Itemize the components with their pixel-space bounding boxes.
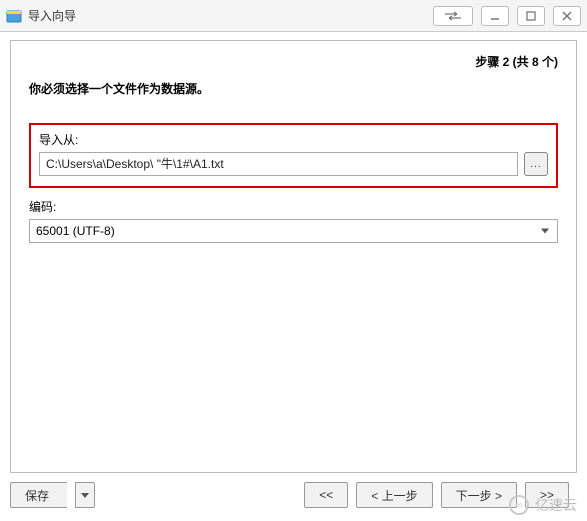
maximize-button[interactable] bbox=[517, 6, 545, 26]
window-controls bbox=[433, 6, 581, 26]
import-from-highlight: 导入从: C:\Users\a\Desktop\ "牛\1#\A1.txt ..… bbox=[29, 123, 558, 188]
transfer-button[interactable] bbox=[433, 6, 473, 26]
save-dropdown-button[interactable] bbox=[75, 482, 95, 508]
first-step-button[interactable]: << bbox=[304, 482, 348, 508]
step-indicator: 步骤 2 (共 8 个) bbox=[29, 53, 558, 70]
encoding-select[interactable]: 65001 (UTF-8) bbox=[29, 219, 558, 243]
window-title: 导入向导 bbox=[28, 7, 76, 24]
encoding-label: 编码: bbox=[29, 198, 558, 215]
browse-button[interactable]: ... bbox=[524, 152, 548, 176]
save-button[interactable]: 保存 bbox=[10, 482, 67, 508]
encoding-value: 65001 (UTF-8) bbox=[36, 224, 115, 238]
titlebar: 导入向导 bbox=[0, 0, 587, 32]
encoding-section: 编码: 65001 (UTF-8) bbox=[29, 198, 558, 243]
wizard-footer: 保存 << < 上一步 下一步 > >> bbox=[10, 479, 577, 511]
instruction-text: 你必须选择一个文件作为数据源。 bbox=[29, 80, 558, 97]
next-step-button[interactable]: 下一步 > bbox=[441, 482, 517, 508]
content-panel: 步骤 2 (共 8 个) 你必须选择一个文件作为数据源。 导入从: C:\Use… bbox=[10, 40, 577, 473]
chevron-down-icon bbox=[81, 493, 89, 498]
import-from-label: 导入从: bbox=[39, 131, 548, 148]
save-split-button: 保存 bbox=[10, 482, 95, 508]
import-from-row: C:\Users\a\Desktop\ "牛\1#\A1.txt ... bbox=[39, 152, 548, 176]
import-from-input[interactable]: C:\Users\a\Desktop\ "牛\1#\A1.txt bbox=[39, 152, 518, 176]
close-button[interactable] bbox=[553, 6, 581, 26]
last-step-button[interactable]: >> bbox=[525, 482, 569, 508]
minimize-button[interactable] bbox=[481, 6, 509, 26]
app-icon bbox=[6, 8, 22, 24]
previous-step-button[interactable]: < 上一步 bbox=[356, 482, 432, 508]
